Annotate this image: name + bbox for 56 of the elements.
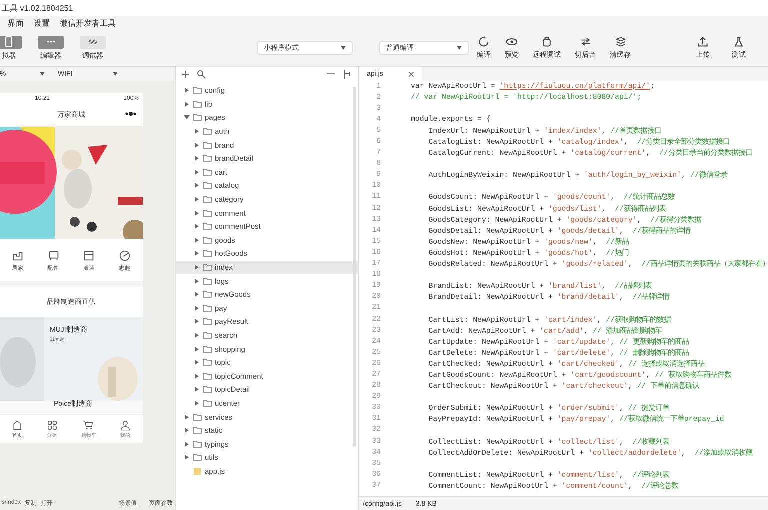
collapse-arrow-icon[interactable] [194,278,200,284]
eye-icon [506,36,518,48]
collapse-arrow-icon[interactable] [194,319,200,324]
menu-item[interactable]: 设置 [34,18,50,28]
grid-icon [46,420,58,430]
close-icon[interactable] [409,72,414,76]
person-icon [120,420,132,430]
search-icon[interactable] [197,70,206,78]
caret-icon[interactable] [341,46,346,50]
collapse-arrow-icon[interactable] [194,224,200,230]
flask-icon [733,36,745,48]
caret-icon[interactable] [40,72,45,76]
collapse-arrow-icon[interactable] [194,251,200,256]
add-icon[interactable] [182,70,189,78]
collapse-arrow-icon[interactable] [194,400,200,406]
collapse-arrow-icon[interactable] [194,183,200,188]
category-icon[interactable] [82,248,96,262]
expand-arrow-icon[interactable] [184,115,190,120]
stack-icon [614,36,626,48]
category-icon[interactable] [46,248,61,262]
collapse-arrow-icon[interactable] [194,374,200,379]
collapse-arrow-icon[interactable] [194,306,200,311]
upload-icon [697,36,709,48]
collapse-arrow-icon[interactable] [194,170,200,175]
more-icon[interactable] [125,111,137,117]
collapse-icon[interactable] [327,72,335,76]
collapse-arrow-icon[interactable] [194,210,200,216]
collapse-arrow-icon[interactable] [184,428,190,434]
menu-item[interactable]: 界面 [8,18,24,28]
collapse-arrow-icon[interactable] [194,129,200,134]
collapse-arrow-icon[interactable] [194,346,200,352]
cart-icon [83,420,94,430]
caret-icon[interactable] [113,72,118,76]
menu-item[interactable]: 微信开发者工具 [60,18,116,28]
file-icon [193,468,202,475]
collapse-arrow-icon[interactable] [194,238,200,243]
collapse-arrow-icon[interactable] [194,387,200,392]
category-icon[interactable] [118,248,132,262]
collapse-arrow-icon[interactable] [184,442,190,447]
collapse-arrow-icon[interactable] [194,156,200,162]
collapse-arrow-icon[interactable] [184,455,190,460]
collapse-arrow-icon[interactable] [184,414,190,420]
collapse-arrow-icon[interactable] [184,88,190,94]
switch-icon [580,36,592,48]
collapse-arrow-icon[interactable] [194,292,200,298]
home-icon [12,420,23,430]
window-title: 工具 v1.02.1804251 [2,2,74,14]
caret-icon[interactable] [457,46,462,50]
collapse-arrow-icon[interactable] [184,102,190,107]
collapse-arrow-icon[interactable] [194,265,200,270]
collapse-arrow-icon[interactable] [194,142,200,148]
refresh-icon [478,36,490,48]
collapse-arrow-icon[interactable] [194,360,200,366]
collapse-arrow-icon[interactable] [194,332,200,338]
collapse-arrow-icon[interactable] [194,197,200,202]
open-folder-icon [193,114,202,122]
